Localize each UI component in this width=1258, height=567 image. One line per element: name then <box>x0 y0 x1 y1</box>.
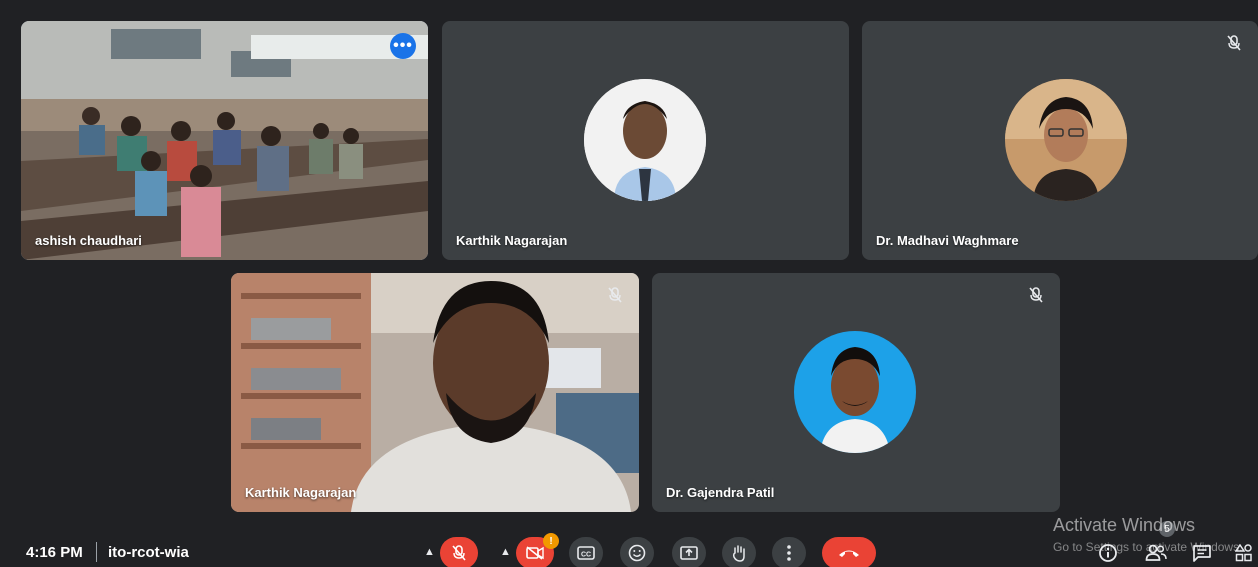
avatar <box>794 331 916 453</box>
hang-up-icon <box>839 550 859 557</box>
more-options-toolbar-button[interactable] <box>772 537 806 567</box>
participant-name: Dr. Madhavi Waghmare <box>876 233 1019 248</box>
mic-off-icon <box>1224 33 1244 53</box>
camera-alert-text: ! <box>549 535 553 547</box>
leave-call-button[interactable] <box>822 537 876 567</box>
avatar-photo <box>794 331 916 453</box>
participant-tile-ashish[interactable]: ••• ashish chaudhari <box>21 21 428 260</box>
captions-button[interactable]: CC <box>569 537 603 567</box>
svg-text:CC: CC <box>581 552 591 559</box>
activate-windows-title: Activate Windows <box>1053 515 1196 535</box>
avatar <box>1005 79 1127 201</box>
mic-off-icon <box>605 285 625 305</box>
meeting-code: ito-rcot-wia <box>108 544 189 561</box>
participant-name: Dr. Gajendra Patil <box>666 485 775 500</box>
raise-hand-button[interactable] <box>722 537 756 567</box>
avatar-photo <box>1005 79 1127 201</box>
camera-video <box>231 273 639 512</box>
participant-tile-karthik-video[interactable]: Karthik Nagarajan <box>231 273 639 512</box>
raise-hand-icon <box>732 545 745 562</box>
activate-windows-subtitle: Go to Settings to activate Windows. <box>1053 540 1243 554</box>
participant-name: Karthik Nagarajan <box>456 233 568 248</box>
participant-tile-gajendra[interactable]: Dr. Gajendra Patil <box>652 273 1060 512</box>
emoji-icon <box>628 544 646 562</box>
avatar-photo <box>584 79 706 201</box>
mic-toggle-button[interactable] <box>440 537 478 567</box>
more-vert-icon <box>787 545 791 561</box>
participant-name: ashish chaudhari <box>35 233 142 248</box>
avatar <box>584 79 706 201</box>
more-options-dots: ••• <box>393 37 413 54</box>
participant-tile-madhavi[interactable]: Dr. Madhavi Waghmare <box>862 21 1258 260</box>
meeting-time: 4:16 PM <box>26 544 83 561</box>
present-screen-icon <box>680 546 698 560</box>
camera-off-icon <box>526 546 544 560</box>
reactions-button[interactable] <box>620 537 654 567</box>
participant-name: Karthik Nagarajan <box>245 485 357 500</box>
meet-stage: ••• ashish chaudhari Karthik Nagarajan D… <box>0 0 1258 567</box>
mic-off-icon <box>452 545 466 561</box>
participant-tile-karthik-avatar[interactable]: Karthik Nagarajan <box>442 21 849 260</box>
classroom-video <box>21 21 428 260</box>
mic-off-icon <box>1026 285 1046 305</box>
camera-options-chevron-icon[interactable]: ▲ <box>500 546 511 558</box>
divider <box>96 542 97 562</box>
mic-options-chevron-icon[interactable]: ▲ <box>424 546 435 558</box>
more-options-button[interactable]: ••• <box>390 33 416 59</box>
closed-captions-icon: CC <box>577 546 595 560</box>
present-screen-button[interactable] <box>672 537 706 567</box>
camera-alert-badge: ! <box>543 533 559 549</box>
